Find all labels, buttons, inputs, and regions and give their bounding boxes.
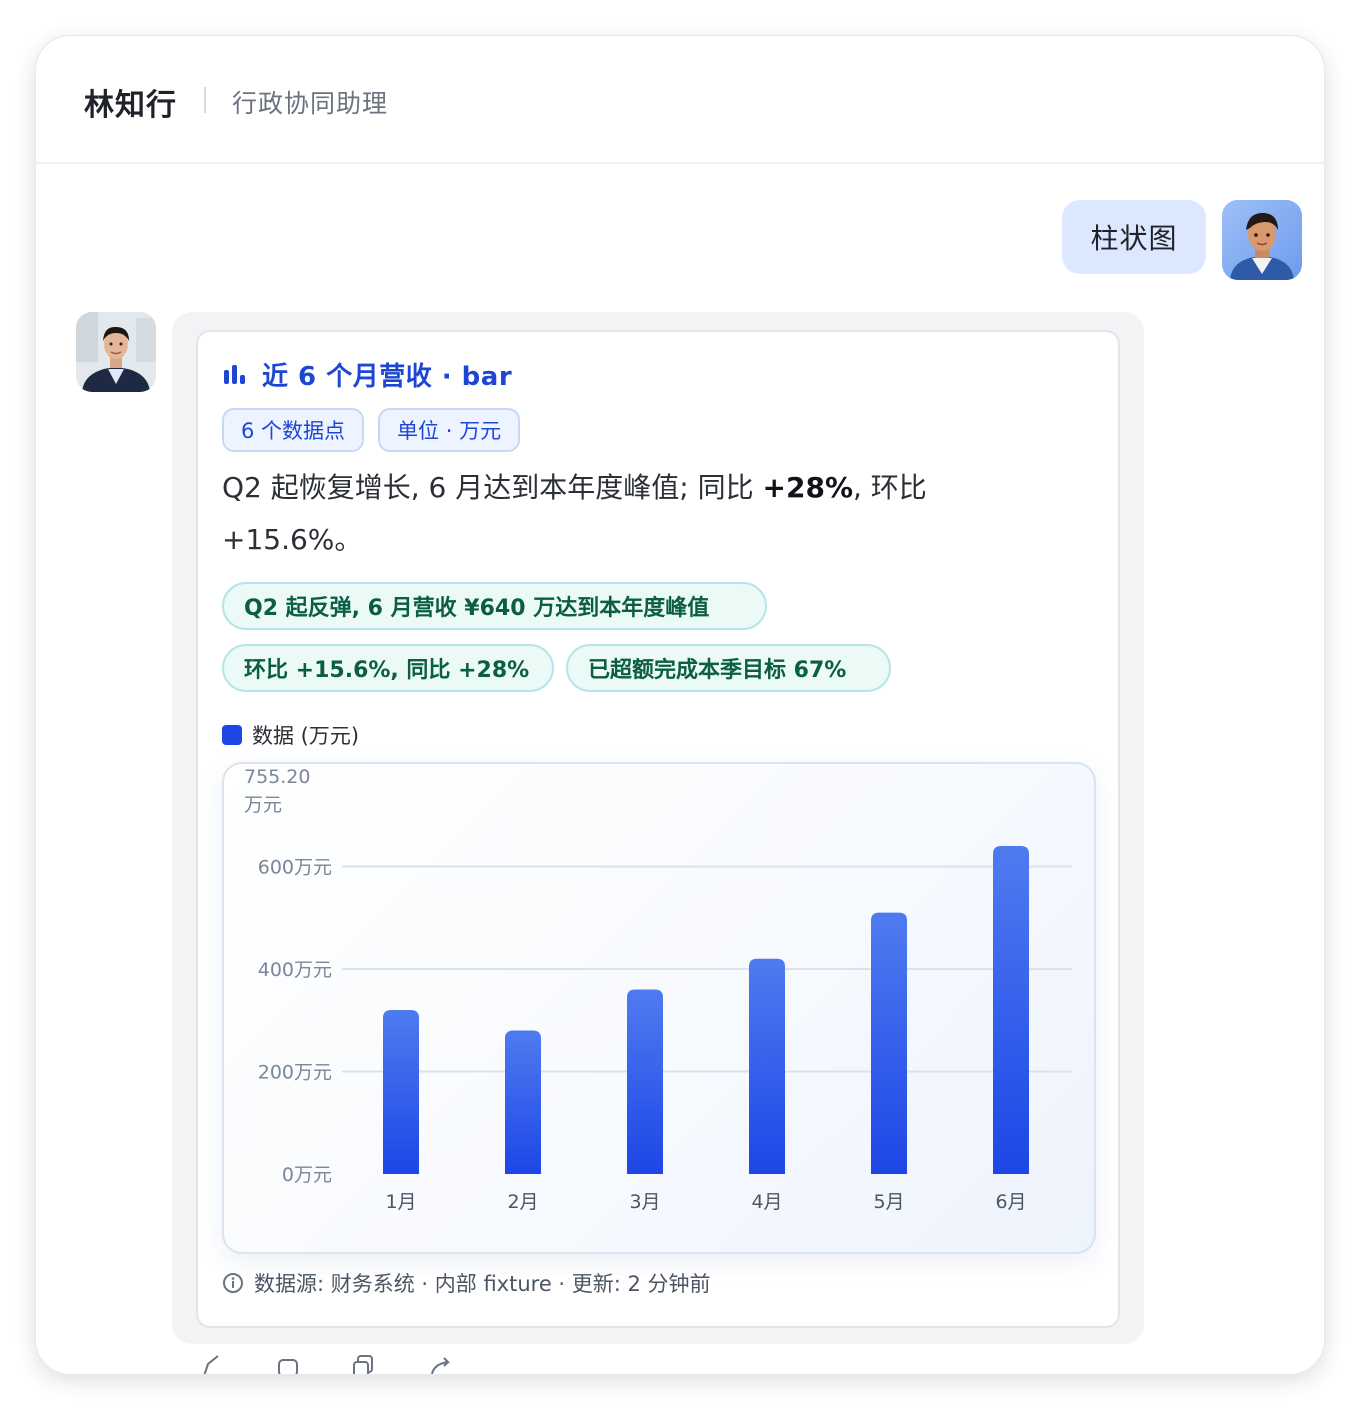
chart-legend: 数据 (万元) xyxy=(222,720,359,750)
card-title-text: 近 6 个月营收 · bar xyxy=(262,361,513,392)
insight-pill: Q2 起反弹, 6 月营收 ¥640 万达到本年度峰值 xyxy=(222,582,767,630)
chip-data-points: 6 个数据点 xyxy=(222,408,365,452)
x-tick-label: 3月 xyxy=(629,1191,660,1213)
x-tick-label: 2月 xyxy=(507,1191,538,1213)
x-tick-label: 1月 xyxy=(385,1191,416,1213)
edit-icon[interactable] xyxy=(200,1354,226,1374)
header-divider xyxy=(204,87,206,113)
bar-4[interactable] xyxy=(749,958,785,1174)
x-tick-label: 6月 xyxy=(995,1191,1026,1213)
bar-chart-icon xyxy=(224,365,245,384)
y-tick-label: 200万元 xyxy=(258,1062,332,1084)
bar-2[interactable] xyxy=(505,1030,541,1175)
assistant-avatar[interactable] xyxy=(76,312,156,392)
user-message-bubble: 柱状图 xyxy=(1062,200,1206,274)
meta-chips: 6 个数据点 单位 · 万元 xyxy=(222,408,521,452)
chart-area: 0万元 200万元 400万元 600万元 1月 2月 3月 4月 5月 6月 755.20 万元 xyxy=(222,762,1096,1254)
bar-5[interactable] xyxy=(871,912,907,1174)
summary-pre: Q2 起恢复增长, 6 月达到本年度峰值; 同比 xyxy=(222,471,763,504)
bar-3[interactable] xyxy=(627,989,663,1175)
y-max-unit: 万元 xyxy=(244,794,282,816)
bar-chart: 0万元 200万元 400万元 600万元 1月 2月 3月 4月 5月 6月 755.20 万元 xyxy=(244,766,1072,1213)
data-source-text: 数据源: 财务系统 · 内部 fixture · 更新: 2 分钟前 xyxy=(254,1272,711,1296)
chat-window: 林知行 行政协同助理 柱状图 近 6 个月营收 · bar 6 个数据点 单位 … xyxy=(36,36,1324,1374)
bar-6[interactable] xyxy=(993,846,1029,1174)
assistant-message: 近 6 个月营收 · bar 6 个数据点 单位 · 万元 Q2 起恢复增长, … xyxy=(172,312,1144,1344)
share-icon[interactable] xyxy=(428,1354,454,1374)
summary-bold: +28% xyxy=(762,471,853,504)
x-tick-label: 4月 xyxy=(751,1191,782,1213)
duplicate-icon[interactable] xyxy=(352,1354,378,1374)
y-tick-label: 400万元 xyxy=(258,959,332,981)
summary-text: Q2 起恢复增长, 6 月达到本年度峰值; 同比 +28%, 环比 +15.6%… xyxy=(222,462,1042,566)
legend-label: 数据 (万元) xyxy=(252,724,360,748)
data-source: 数据源: 财务系统 · 内部 fixture · 更新: 2 分钟前 xyxy=(222,1268,711,1298)
chip-unit: 单位 · 万元 xyxy=(378,408,521,452)
y-tick-label: 600万元 xyxy=(258,857,332,879)
user-avatar[interactable] xyxy=(1222,200,1302,280)
y-tick-label: 0万元 xyxy=(282,1164,332,1186)
y-max-value: 755.20 xyxy=(244,766,310,788)
message-actions xyxy=(200,1354,454,1374)
chat-header: 林知行 行政协同助理 xyxy=(36,36,1324,164)
assistant-role: 行政协同助理 xyxy=(232,89,389,118)
card-title: 近 6 个月营收 · bar xyxy=(222,354,512,394)
info-icon xyxy=(223,1273,243,1293)
x-tick-label: 5月 xyxy=(873,1191,904,1213)
legend-swatch xyxy=(222,725,242,745)
assistant-name: 林知行 xyxy=(84,88,177,123)
bar-1[interactable] xyxy=(383,1010,419,1174)
chart-card: 近 6 个月营收 · bar 6 个数据点 单位 · 万元 Q2 起恢复增长, … xyxy=(196,330,1120,1328)
insight-pill: 已超额完成本季目标 67% xyxy=(566,644,891,692)
insight-pill: 环比 +15.6%, 同比 +28% xyxy=(222,644,554,692)
copy-icon[interactable] xyxy=(276,1354,302,1374)
